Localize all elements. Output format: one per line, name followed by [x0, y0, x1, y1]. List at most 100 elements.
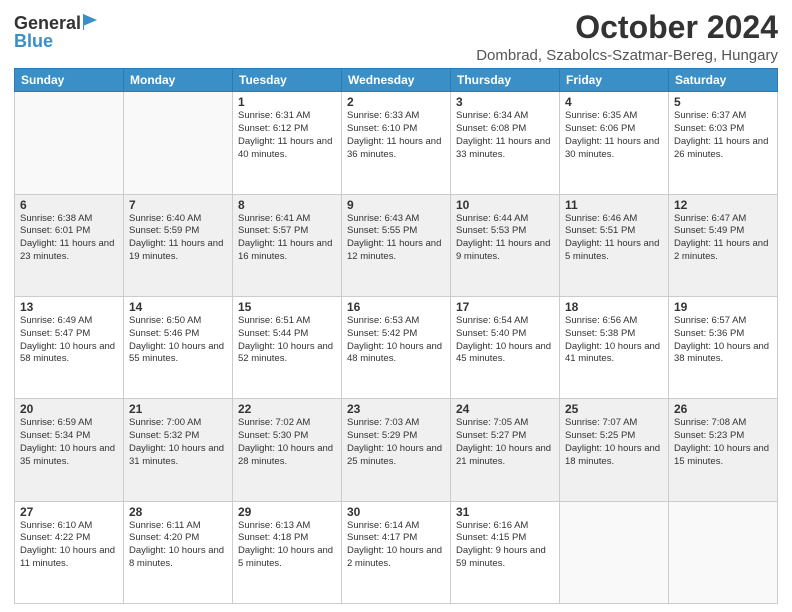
day-number: 14 [129, 300, 227, 314]
day-number: 24 [456, 402, 554, 416]
day-info: Sunrise: 6:43 AMSunset: 5:55 PMDaylight:… [347, 213, 445, 264]
table-row: 16Sunrise: 6:53 AMSunset: 5:42 PMDayligh… [342, 296, 451, 398]
day-number: 20 [20, 402, 118, 416]
table-row: 26Sunrise: 7:08 AMSunset: 5:23 PMDayligh… [669, 399, 778, 501]
calendar-week-row: 20Sunrise: 6:59 AMSunset: 5:34 PMDayligh… [15, 399, 778, 501]
day-number: 10 [456, 198, 554, 212]
day-info: Sunrise: 7:07 AMSunset: 5:25 PMDaylight:… [565, 417, 663, 468]
table-row: 18Sunrise: 6:56 AMSunset: 5:38 PMDayligh… [560, 296, 669, 398]
table-row: 1Sunrise: 6:31 AMSunset: 6:12 PMDaylight… [233, 92, 342, 194]
table-row: 25Sunrise: 7:07 AMSunset: 5:25 PMDayligh… [560, 399, 669, 501]
table-row: 23Sunrise: 7:03 AMSunset: 5:29 PMDayligh… [342, 399, 451, 501]
day-number: 17 [456, 300, 554, 314]
day-info: Sunrise: 6:57 AMSunset: 5:36 PMDaylight:… [674, 315, 772, 366]
day-number: 26 [674, 402, 772, 416]
day-info: Sunrise: 7:03 AMSunset: 5:29 PMDaylight:… [347, 417, 445, 468]
day-number: 11 [565, 198, 663, 212]
logo: General Blue [14, 14, 103, 50]
day-number: 28 [129, 505, 227, 519]
day-number: 27 [20, 505, 118, 519]
day-info: Sunrise: 6:49 AMSunset: 5:47 PMDaylight:… [20, 315, 118, 366]
table-row: 7Sunrise: 6:40 AMSunset: 5:59 PMDaylight… [124, 194, 233, 296]
table-row: 3Sunrise: 6:34 AMSunset: 6:08 PMDaylight… [451, 92, 560, 194]
table-row: 19Sunrise: 6:57 AMSunset: 5:36 PMDayligh… [669, 296, 778, 398]
header: General Blue October 2024 Dombrad, Szabo… [14, 10, 778, 64]
day-info: Sunrise: 6:46 AMSunset: 5:51 PMDaylight:… [565, 213, 663, 264]
calendar-header-row: Sunday Monday Tuesday Wednesday Thursday… [15, 69, 778, 92]
table-row: 10Sunrise: 6:44 AMSunset: 5:53 PMDayligh… [451, 194, 560, 296]
table-row: 8Sunrise: 6:41 AMSunset: 5:57 PMDaylight… [233, 194, 342, 296]
day-info: Sunrise: 6:11 AMSunset: 4:20 PMDaylight:… [129, 520, 227, 571]
table-row [15, 92, 124, 194]
calendar-week-row: 13Sunrise: 6:49 AMSunset: 5:47 PMDayligh… [15, 296, 778, 398]
day-info: Sunrise: 6:47 AMSunset: 5:49 PMDaylight:… [674, 213, 772, 264]
day-info: Sunrise: 6:51 AMSunset: 5:44 PMDaylight:… [238, 315, 336, 366]
day-info: Sunrise: 6:50 AMSunset: 5:46 PMDaylight:… [129, 315, 227, 366]
table-row: 21Sunrise: 7:00 AMSunset: 5:32 PMDayligh… [124, 399, 233, 501]
day-number: 8 [238, 198, 336, 212]
day-info: Sunrise: 7:00 AMSunset: 5:32 PMDaylight:… [129, 417, 227, 468]
day-info: Sunrise: 6:16 AMSunset: 4:15 PMDaylight:… [456, 520, 554, 571]
logo-blue-text: Blue [14, 32, 53, 50]
day-number: 25 [565, 402, 663, 416]
day-info: Sunrise: 7:02 AMSunset: 5:30 PMDaylight:… [238, 417, 336, 468]
table-row: 20Sunrise: 6:59 AMSunset: 5:34 PMDayligh… [15, 399, 124, 501]
table-row [560, 501, 669, 603]
col-friday: Friday [560, 69, 669, 92]
day-number: 12 [674, 198, 772, 212]
day-info: Sunrise: 6:56 AMSunset: 5:38 PMDaylight:… [565, 315, 663, 366]
day-number: 31 [456, 505, 554, 519]
day-number: 4 [565, 95, 663, 109]
day-number: 19 [674, 300, 772, 314]
table-row: 5Sunrise: 6:37 AMSunset: 6:03 PMDaylight… [669, 92, 778, 194]
table-row: 28Sunrise: 6:11 AMSunset: 4:20 PMDayligh… [124, 501, 233, 603]
table-row: 30Sunrise: 6:14 AMSunset: 4:17 PMDayligh… [342, 501, 451, 603]
logo-general-text: General [14, 14, 81, 32]
day-number: 23 [347, 402, 445, 416]
day-number: 7 [129, 198, 227, 212]
calendar-week-row: 6Sunrise: 6:38 AMSunset: 6:01 PMDaylight… [15, 194, 778, 296]
day-info: Sunrise: 6:53 AMSunset: 5:42 PMDaylight:… [347, 315, 445, 366]
table-row: 14Sunrise: 6:50 AMSunset: 5:46 PMDayligh… [124, 296, 233, 398]
col-monday: Monday [124, 69, 233, 92]
table-row: 15Sunrise: 6:51 AMSunset: 5:44 PMDayligh… [233, 296, 342, 398]
table-row: 4Sunrise: 6:35 AMSunset: 6:06 PMDaylight… [560, 92, 669, 194]
day-number: 2 [347, 95, 445, 109]
table-row: 2Sunrise: 6:33 AMSunset: 6:10 PMDaylight… [342, 92, 451, 194]
table-row [669, 501, 778, 603]
day-info: Sunrise: 6:10 AMSunset: 4:22 PMDaylight:… [20, 520, 118, 571]
day-number: 13 [20, 300, 118, 314]
day-info: Sunrise: 6:59 AMSunset: 5:34 PMDaylight:… [20, 417, 118, 468]
title-block: October 2024 Dombrad, Szabolcs-Szatmar-B… [476, 10, 778, 64]
table-row: 9Sunrise: 6:43 AMSunset: 5:55 PMDaylight… [342, 194, 451, 296]
day-number: 9 [347, 198, 445, 212]
day-info: Sunrise: 6:54 AMSunset: 5:40 PMDaylight:… [456, 315, 554, 366]
day-info: Sunrise: 6:13 AMSunset: 4:18 PMDaylight:… [238, 520, 336, 571]
day-number: 29 [238, 505, 336, 519]
table-row: 22Sunrise: 7:02 AMSunset: 5:30 PMDayligh… [233, 399, 342, 501]
day-number: 16 [347, 300, 445, 314]
calendar-week-row: 1Sunrise: 6:31 AMSunset: 6:12 PMDaylight… [15, 92, 778, 194]
col-saturday: Saturday [669, 69, 778, 92]
day-number: 21 [129, 402, 227, 416]
day-info: Sunrise: 6:38 AMSunset: 6:01 PMDaylight:… [20, 213, 118, 264]
table-row: 24Sunrise: 7:05 AMSunset: 5:27 PMDayligh… [451, 399, 560, 501]
col-wednesday: Wednesday [342, 69, 451, 92]
day-info: Sunrise: 6:31 AMSunset: 6:12 PMDaylight:… [238, 110, 336, 161]
day-info: Sunrise: 6:41 AMSunset: 5:57 PMDaylight:… [238, 213, 336, 264]
table-row: 31Sunrise: 6:16 AMSunset: 4:15 PMDayligh… [451, 501, 560, 603]
table-row: 13Sunrise: 6:49 AMSunset: 5:47 PMDayligh… [15, 296, 124, 398]
day-number: 5 [674, 95, 772, 109]
table-row [124, 92, 233, 194]
day-info: Sunrise: 6:35 AMSunset: 6:06 PMDaylight:… [565, 110, 663, 161]
day-number: 1 [238, 95, 336, 109]
col-tuesday: Tuesday [233, 69, 342, 92]
day-number: 15 [238, 300, 336, 314]
day-number: 3 [456, 95, 554, 109]
day-info: Sunrise: 6:34 AMSunset: 6:08 PMDaylight:… [456, 110, 554, 161]
sub-title: Dombrad, Szabolcs-Szatmar-Bereg, Hungary [476, 47, 778, 64]
table-row: 29Sunrise: 6:13 AMSunset: 4:18 PMDayligh… [233, 501, 342, 603]
day-info: Sunrise: 7:08 AMSunset: 5:23 PMDaylight:… [674, 417, 772, 468]
table-row: 17Sunrise: 6:54 AMSunset: 5:40 PMDayligh… [451, 296, 560, 398]
page: General Blue October 2024 Dombrad, Szabo… [0, 0, 792, 612]
